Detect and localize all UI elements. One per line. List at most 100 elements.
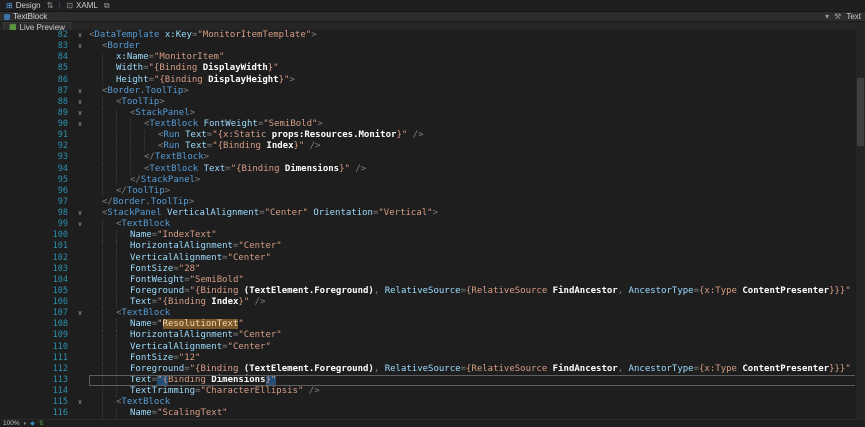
code-line[interactable]: 82∨<DataTemplate x:Key="MonitorItemTempl… xyxy=(0,30,856,41)
fold-chevron-icon[interactable]: ∨ xyxy=(71,108,89,119)
code-line[interactable]: 94<TextBlock Text="{Binding Dimensions}"… xyxy=(0,164,856,175)
line-number[interactable]: 99 xyxy=(0,219,71,230)
line-number[interactable]: 90 xyxy=(0,119,71,130)
fold-chevron-icon[interactable]: ∨ xyxy=(71,308,89,319)
property-search-label[interactable]: Text xyxy=(846,12,861,21)
code-line[interactable]: 109HorizontalAlignment="Center" xyxy=(0,330,856,341)
code-line[interactable]: 86Height="{Binding DisplayHeight}"> xyxy=(0,75,856,86)
fold-chevron-icon[interactable]: ∨ xyxy=(71,208,89,219)
line-number[interactable]: 102 xyxy=(0,253,71,264)
code-line[interactable]: 90∨<TextBlock FontWeight="SemiBold"> xyxy=(0,119,856,130)
code-line[interactable]: 115∨<TextBlock xyxy=(0,397,856,408)
line-number[interactable]: 109 xyxy=(0,330,71,341)
line-number[interactable]: 95 xyxy=(0,175,71,186)
code-line[interactable]: 84x:Name="MonitorItem" xyxy=(0,52,856,63)
code-line[interactable]: 96</ToolTip> xyxy=(0,186,856,197)
line-number[interactable]: 106 xyxy=(0,297,71,308)
line-number[interactable]: 114 xyxy=(0,386,71,397)
code-area[interactable]: 82∨<DataTemplate x:Key="MonitorItemTempl… xyxy=(0,30,856,420)
swap-panes-icon[interactable]: ⇅ xyxy=(47,2,54,10)
code-line[interactable]: 112Foreground="{Binding (TextElement.For… xyxy=(0,364,856,375)
line-number[interactable]: 104 xyxy=(0,275,71,286)
line-number[interactable]: 111 xyxy=(0,353,71,364)
line-number[interactable]: 89 xyxy=(0,108,71,119)
design-tab[interactable]: ⊞ Design xyxy=(6,1,41,10)
scroll-arrows-icon[interactable]: ⇅ xyxy=(39,420,44,427)
line-number[interactable]: 116 xyxy=(0,408,71,419)
code-line[interactable]: 116Name="ScalingText" xyxy=(0,408,856,419)
line-number[interactable]: 103 xyxy=(0,264,71,275)
popout-icon[interactable]: ⧉ xyxy=(104,2,110,10)
health-indicator-icon[interactable]: ◆ xyxy=(30,420,35,427)
code-line[interactable]: 89∨<StackPanel> xyxy=(0,108,856,119)
fold-chevron-icon[interactable]: ∨ xyxy=(71,397,89,408)
xaml-tab[interactable]: ⊡ XAML xyxy=(66,1,98,10)
code-text: Name="IndexText" xyxy=(130,230,217,241)
code-line[interactable]: 105Foreground="{Binding (TextElement.For… xyxy=(0,286,856,297)
code-line[interactable]: 101HorizontalAlignment="Center" xyxy=(0,241,856,252)
line-number[interactable]: 97 xyxy=(0,197,71,208)
line-number[interactable]: 98 xyxy=(0,208,71,219)
line-number[interactable]: 87 xyxy=(0,86,71,97)
fold-chevron-icon[interactable]: ∨ xyxy=(71,30,89,41)
code-line[interactable]: 114TextTrimming="CharacterEllipsis" /> xyxy=(0,386,856,397)
code-line[interactable]: 104FontWeight="SemiBold" xyxy=(0,275,856,286)
code-line[interactable]: 98∨<StackPanel VerticalAlignment="Center… xyxy=(0,208,856,219)
code-line[interactable]: 93</TextBlock> xyxy=(0,152,856,163)
line-number[interactable]: 115 xyxy=(0,397,71,408)
code-line[interactable]: 97</Border.ToolTip> xyxy=(0,197,856,208)
code-line-current[interactable]: 113Text="{Binding Dimensions}" xyxy=(0,375,856,386)
code-line[interactable]: 103FontSize="28" xyxy=(0,264,856,275)
horizontal-scrollbar[interactable] xyxy=(48,420,865,427)
line-number[interactable]: 83 xyxy=(0,41,71,52)
line-number[interactable]: 92 xyxy=(0,141,71,152)
indent-guides xyxy=(89,152,144,163)
line-number[interactable]: 94 xyxy=(0,164,71,175)
code-line[interactable]: 87∨<Border.ToolTip> xyxy=(0,86,856,97)
fold-chevron-icon[interactable]: ∨ xyxy=(71,97,89,108)
line-number[interactable]: 100 xyxy=(0,230,71,241)
line-number[interactable]: 84 xyxy=(0,52,71,63)
code-line[interactable]: 92<Run Text="{Binding Index}" /> xyxy=(0,141,856,152)
zoom-chevron-icon[interactable]: ▾ xyxy=(24,421,27,427)
code-line[interactable]: 106Text="{Binding Index}" /> xyxy=(0,297,856,308)
code-line[interactable]: 102VerticalAlignment="Center" xyxy=(0,253,856,264)
fold-chevron-icon[interactable]: ∨ xyxy=(71,219,89,230)
code-line[interactable]: 83∨ <Border xyxy=(0,41,856,52)
breadcrumb[interactable]: TextBlock xyxy=(4,12,47,21)
code-line[interactable]: 108Name="ResolutionText" xyxy=(0,319,856,330)
zoom-level[interactable]: 100% xyxy=(3,420,20,427)
fold-chevron-icon[interactable]: ∨ xyxy=(71,41,89,52)
line-number[interactable]: 86 xyxy=(0,75,71,86)
line-number[interactable]: 110 xyxy=(0,342,71,353)
line-number[interactable]: 91 xyxy=(0,130,71,141)
vertical-scrollbar-thumb[interactable] xyxy=(857,78,864,146)
code-line[interactable]: 100 Name="IndexText" xyxy=(0,230,856,241)
indent-guides xyxy=(89,375,130,386)
indent-guides xyxy=(89,186,116,197)
code-line[interactable]: 95</StackPanel> xyxy=(0,175,856,186)
code-line[interactable]: 107∨<TextBlock xyxy=(0,308,856,319)
code-line[interactable]: 85Width="{Binding DisplayWidth}" xyxy=(0,63,856,74)
fold-chevron-icon[interactable]: ∨ xyxy=(71,86,89,97)
line-number[interactable]: 112 xyxy=(0,364,71,375)
code-line[interactable]: 91<Run Text="{x:Static props:Resources.M… xyxy=(0,130,856,141)
code-line[interactable]: 110VerticalAlignment="Center" xyxy=(0,342,856,353)
fold-chevron-icon[interactable]: ∨ xyxy=(71,119,89,130)
line-number[interactable]: 88 xyxy=(0,97,71,108)
line-number[interactable]: 107 xyxy=(0,308,71,319)
line-number[interactable]: 108 xyxy=(0,319,71,330)
line-number[interactable]: 82 xyxy=(0,30,71,41)
line-number[interactable]: 113 xyxy=(0,375,71,386)
line-number[interactable]: 85 xyxy=(0,63,71,74)
chevron-down-icon[interactable]: ▾ xyxy=(825,13,829,21)
code-line[interactable]: 99∨<TextBlock xyxy=(0,219,856,230)
code-line[interactable]: 88∨<ToolTip> xyxy=(0,97,856,108)
line-number[interactable]: 93 xyxy=(0,152,71,163)
code-text: <Border xyxy=(102,41,140,52)
line-number[interactable]: 96 xyxy=(0,186,71,197)
line-number[interactable]: 105 xyxy=(0,286,71,297)
line-number[interactable]: 101 xyxy=(0,241,71,252)
vertical-scrollbar[interactable] xyxy=(855,30,865,420)
code-line[interactable]: 111FontSize="12" xyxy=(0,353,856,364)
